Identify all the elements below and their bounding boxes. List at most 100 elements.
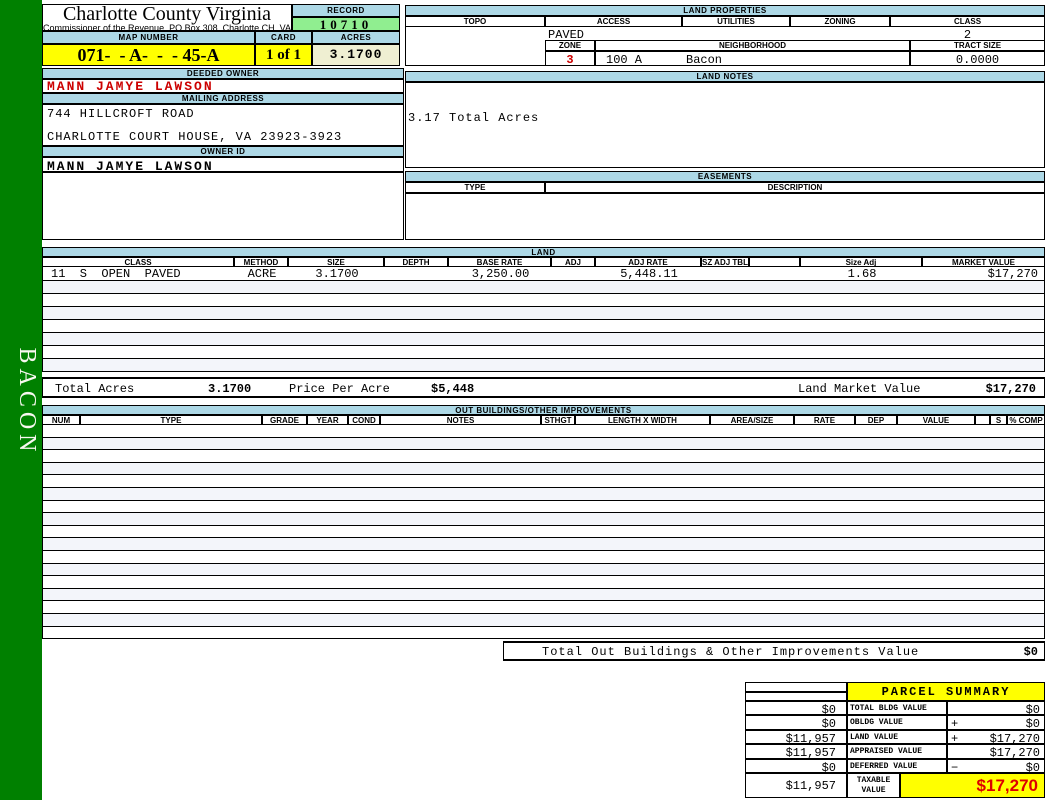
land-header-sz-adj-tbl: SZ ADJ TBL <box>701 257 749 267</box>
ps-op-2: + <box>951 717 959 731</box>
ps-right-value-4: $17,270 <box>989 746 1040 760</box>
empty-table-row <box>43 563 1044 577</box>
land-empty-rows <box>42 281 1045 372</box>
ps-label-4: APPRAISED VALUE <box>847 744 947 759</box>
ps-label-1: TOTAL BLDG VALUE <box>847 701 947 715</box>
land-header-class: CLASS <box>42 257 234 267</box>
price-per-acre-label: Price Per Acre <box>289 382 390 396</box>
land-row-market-value: $17,270 <box>987 267 1038 281</box>
address-line1: 744 HILLCROFT ROAD <box>47 107 195 121</box>
empty-table-row <box>43 576 1044 589</box>
empty-table-row <box>43 294 1044 307</box>
ps-label-5: DEFERRED VALUE <box>847 759 947 773</box>
district-sidebar: BACON <box>0 0 42 800</box>
ps-right-3: + $17,270 <box>947 730 1045 746</box>
ob-header-blank <box>975 415 990 425</box>
empty-table-row <box>43 333 1044 346</box>
acres-value: 3.1700 <box>312 44 400 66</box>
ps-label-2: OBLDG VALUE <box>847 715 947 730</box>
empty-table-row <box>43 487 1044 501</box>
empty-table-row <box>43 588 1044 602</box>
land-header-base-rate: BASE RATE <box>448 257 551 267</box>
empty-table-row <box>43 307 1044 320</box>
ob-total-label: Total Out Buildings & Other Improvements… <box>542 645 920 659</box>
neighborhood-code: 100 A <box>606 53 643 67</box>
empty-table-row <box>43 281 1044 294</box>
ob-header-area-size: AREA/SIZE <box>710 415 794 425</box>
empty-table-row <box>43 450 1044 463</box>
zone-value: 3 <box>566 53 574 67</box>
empty-table-row <box>43 613 1044 627</box>
land-row-size-adj: 1.68 <box>847 267 877 281</box>
easements-empty-box <box>405 193 1045 240</box>
ps-left-1: $0 <box>745 701 847 717</box>
land-notes-text: 3.17 Total Acres <box>408 111 540 125</box>
owner-id-label: OWNER ID <box>42 146 404 157</box>
empty-table-row <box>43 501 1044 514</box>
ps-left-3: $11,957 <box>745 730 847 746</box>
tract-size-cell: 0.0000 <box>910 51 1045 67</box>
deeded-owner-name: MANN JAMYE LAWSON <box>47 79 214 94</box>
ob-header-pct-comp: % COMP <box>1007 415 1045 425</box>
ob-header-year: YEAR <box>307 415 348 425</box>
empty-table-row <box>43 627 1044 640</box>
land-row-class: 11 S OPEN PAVED <box>51 267 181 281</box>
empty-table-row <box>43 425 1044 438</box>
lp-header-class: CLASS <box>890 16 1045 27</box>
land-header-market-value: MARKET VALUE <box>922 257 1045 267</box>
ob-empty-rows <box>42 425 1045 640</box>
easements-title: EASEMENTS <box>405 171 1045 182</box>
empty-table-row <box>43 359 1044 372</box>
land-totals-row: Total Acres 3.1700 Price Per Acre $5,448… <box>42 377 1045 398</box>
empty-table-row <box>43 526 1044 539</box>
land-header-blank <box>749 257 800 267</box>
land-header-size: SIZE <box>288 257 384 267</box>
land-market-value-total: $17,270 <box>985 382 1036 396</box>
ps-taxable-value: $17,270 <box>976 776 1038 795</box>
ob-header-value: VALUE <box>897 415 975 425</box>
neighborhood-label: NEIGHBORHOOD <box>595 40 910 51</box>
ob-header-dep: DEP <box>855 415 897 425</box>
land-market-value-label: Land Market Value <box>798 382 921 396</box>
land-header-size-adj: Size Adj <box>800 257 922 267</box>
out-buildings-title: OUT BUILDINGS/OTHER IMPROVEMENTS <box>42 405 1045 415</box>
empty-table-row <box>43 437 1044 451</box>
land-header-adj-rate: ADJ RATE <box>595 257 701 267</box>
land-row-size: 3.1700 <box>315 267 359 281</box>
ps-taxable-label: TAXABLE VALUE <box>847 773 900 798</box>
land-notes-title: LAND NOTES <box>405 71 1045 82</box>
lp-header-topo: TOPO <box>405 16 545 27</box>
mailing-address-label: MAILING ADDRESS <box>42 93 404 104</box>
card-label: CARD <box>255 31 312 44</box>
empty-table-row <box>43 462 1044 476</box>
ps-taxable-left-value: $11,957 <box>785 779 836 793</box>
ps-left-value-2: $0 <box>821 717 836 731</box>
easements-description-header: DESCRIPTION <box>545 182 1045 193</box>
ps-header-left-bottom <box>745 692 847 701</box>
tract-size-value: 0.0000 <box>955 53 1000 67</box>
ob-totals-row: Total Out Buildings & Other Improvements… <box>503 641 1045 661</box>
zone-label: ZONE <box>545 40 595 51</box>
deeded-owner-label: DEEDED OWNER <box>42 68 404 79</box>
county-title: Charlotte County Virginia <box>62 3 272 25</box>
empty-table-row <box>43 513 1044 526</box>
acres-label: ACRES <box>312 31 400 44</box>
ob-header-cond: COND <box>348 415 380 425</box>
district-label: BACON <box>14 347 40 457</box>
neighborhood-name: Bacon <box>686 53 723 67</box>
lp-header-access: ACCESS <box>545 16 682 27</box>
ps-left-5: $0 <box>745 759 847 775</box>
ps-header-left-top <box>745 682 847 692</box>
ob-header-grade: GRADE <box>262 415 307 425</box>
land-row-method: ACRE <box>247 267 277 281</box>
land-notes-box: 3.17 Total Acres <box>405 82 1045 168</box>
record-label: RECORD <box>292 4 400 17</box>
ob-header-length-width: LENGTH X WIDTH <box>575 415 710 425</box>
deeded-owner-value: MANN JAMYE LAWSON <box>42 79 404 93</box>
parcel-summary-title: PARCEL SUMMARY <box>847 682 1045 701</box>
total-acres-value: 3.1700 <box>208 382 252 396</box>
map-number-label: MAP NUMBER <box>42 31 255 44</box>
land-data-row: 11 S OPEN PAVED ACRE 3.1700 3,250.00 5,4… <box>42 267 1045 281</box>
county-title-box: Charlotte County Virginia Commissioner o… <box>42 3 292 33</box>
empty-table-row <box>43 538 1044 551</box>
